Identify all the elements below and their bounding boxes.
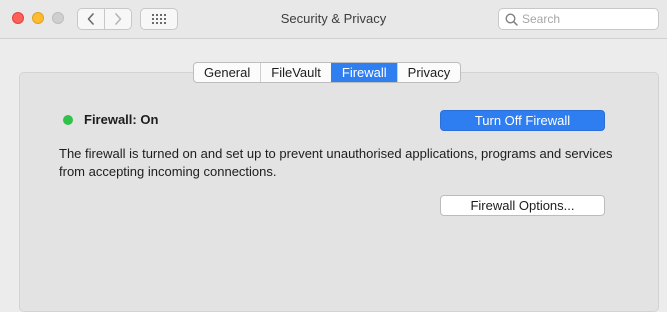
chevron-left-icon bbox=[87, 13, 94, 25]
tab-firewall[interactable]: Firewall bbox=[330, 63, 397, 82]
window-title: Security & Privacy bbox=[280, 11, 387, 26]
firewall-status-label: Firewall: On bbox=[84, 112, 159, 127]
tab-filevault[interactable]: FileVault bbox=[260, 63, 331, 82]
window-titlebar: Security & Privacy bbox=[0, 0, 667, 39]
firewall-panel bbox=[19, 72, 659, 312]
minimize-window-icon[interactable] bbox=[32, 12, 44, 24]
navigation-buttons bbox=[77, 8, 132, 30]
tab-bar: General FileVault Firewall Privacy bbox=[193, 62, 462, 83]
tab-privacy[interactable]: Privacy bbox=[396, 63, 461, 82]
close-window-icon[interactable] bbox=[12, 12, 24, 24]
status-dot-icon bbox=[63, 115, 73, 125]
search-field[interactable] bbox=[498, 8, 659, 30]
turn-off-firewall-button[interactable]: Turn Off Firewall bbox=[440, 110, 605, 131]
firewall-description: The firewall is turned on and set up to … bbox=[59, 146, 613, 179]
tab-general[interactable]: General bbox=[194, 63, 260, 82]
search-input[interactable] bbox=[522, 10, 652, 28]
back-button[interactable] bbox=[78, 9, 104, 29]
grid-icon bbox=[152, 14, 166, 24]
firewall-options-button[interactable]: Firewall Options... bbox=[440, 195, 605, 216]
zoom-window-icon[interactable] bbox=[52, 12, 64, 24]
chevron-right-icon bbox=[115, 13, 122, 25]
show-all-button[interactable] bbox=[140, 8, 178, 30]
forward-button[interactable] bbox=[104, 9, 131, 29]
search-icon bbox=[505, 13, 518, 26]
